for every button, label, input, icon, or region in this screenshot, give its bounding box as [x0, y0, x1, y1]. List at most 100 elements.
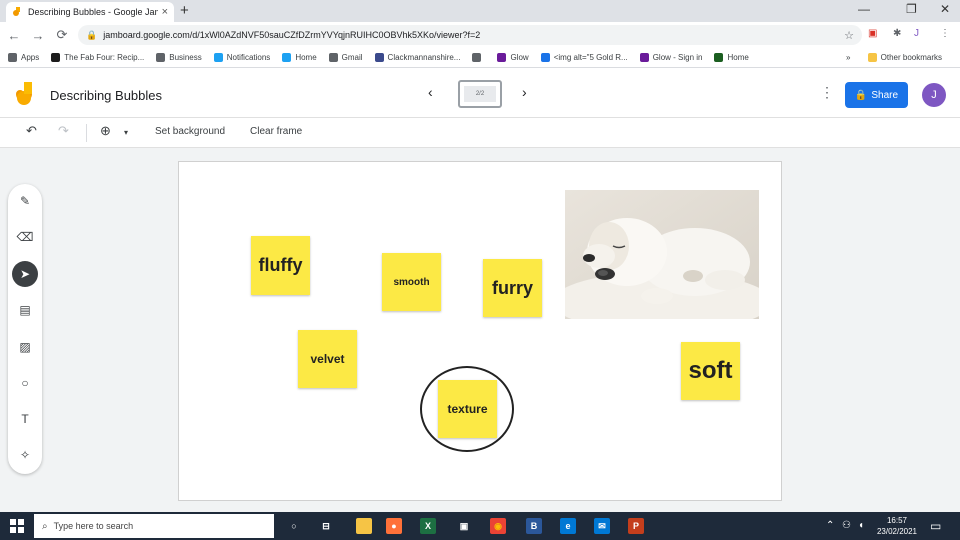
- taskbar-search-placeholder: Type here to search: [53, 521, 134, 531]
- tool-rail: ✎ ⌫ ➤ ▤ ▨ ○ T ✧: [8, 184, 42, 474]
- share-lock-icon: 🔒: [854, 89, 868, 101]
- next-frame-button[interactable]: ›: [522, 84, 527, 100]
- new-tab-button[interactable]: +: [180, 2, 189, 19]
- task-view-icon[interactable]: ○: [286, 518, 302, 534]
- text-box-tool-icon[interactable]: T: [12, 406, 38, 432]
- sleeping-puppy-image[interactable]: [565, 190, 759, 319]
- bookmark-label: Glow: [510, 53, 529, 62]
- bookmark-item[interactable]: Glow - Sign in: [639, 53, 702, 62]
- maximize-button[interactable]: ❐: [906, 2, 917, 16]
- sticky-note-fluffy[interactable]: fluffy: [251, 236, 310, 295]
- eraser-tool-icon[interactable]: ⌫: [12, 224, 38, 250]
- system-clock[interactable]: 16:57 23/02/2021: [872, 515, 922, 537]
- bookmark-item[interactable]: The Fab Four: Recip...: [51, 53, 144, 62]
- bookmark-label: Notifications: [226, 53, 271, 62]
- account-avatar[interactable]: J: [922, 83, 946, 107]
- select-tool-icon[interactable]: ➤: [12, 261, 38, 287]
- bookmark-favicon-icon: [639, 53, 649, 62]
- back-arrow-icon[interactable]: ←: [4, 28, 24, 43]
- other-bookmarks-folder[interactable]: Other bookmarks: [867, 53, 942, 62]
- set-background-button[interactable]: Set background: [155, 126, 225, 137]
- url-input[interactable]: 🔒 jamboard.google.com/d/1xWl0AZdNVF50sau…: [78, 25, 862, 45]
- frame-bar-button[interactable]: 2/2: [458, 80, 502, 108]
- redo-icon[interactable]: ↷: [58, 123, 69, 139]
- sticky-note-texture[interactable]: texture: [438, 380, 497, 438]
- bookmark-star-icon[interactable]: ☆: [844, 29, 854, 42]
- circle-tool-icon[interactable]: ○: [12, 370, 38, 396]
- undo-icon[interactable]: ↶: [26, 123, 37, 139]
- bookmark-item[interactable]: Apps: [8, 53, 39, 62]
- bookmark-favicon-icon: [282, 53, 292, 62]
- more-options-icon[interactable]: ⋮: [820, 84, 834, 101]
- tab-close-icon[interactable]: ×: [162, 6, 168, 18]
- bookmark-label: Home: [727, 53, 749, 62]
- show-hidden-icons-icon[interactable]: ⌃: [826, 520, 834, 531]
- clock-date: 23/02/2021: [876, 527, 918, 536]
- image-tool-icon[interactable]: ▨: [12, 334, 38, 360]
- store-icon[interactable]: ▣: [456, 518, 472, 534]
- b-app-icon[interactable]: B: [526, 518, 542, 534]
- bookmark-item[interactable]: <img alt="5 Gold R...: [540, 53, 628, 62]
- file-explorer-icon[interactable]: ▬: [356, 518, 372, 534]
- forward-arrow-icon[interactable]: →: [28, 28, 48, 43]
- pen-tool-icon[interactable]: ✎: [12, 188, 38, 214]
- search-icon: ⌕: [42, 520, 48, 532]
- mail-icon[interactable]: ✉: [594, 518, 610, 534]
- minimize-button[interactable]: —: [858, 2, 870, 16]
- sticky-note-furry[interactable]: furry: [483, 259, 542, 317]
- reload-icon[interactable]: ⟳: [52, 27, 72, 43]
- share-button[interactable]: 🔒 Share: [845, 82, 908, 108]
- bookmark-item[interactable]: Home: [282, 53, 317, 62]
- bookmark-label: Business: [169, 53, 202, 62]
- bookmark-favicon-icon: [8, 53, 17, 62]
- laser-tool-icon[interactable]: ✧: [12, 442, 38, 468]
- menu-kebab-icon[interactable]: ⋮: [940, 28, 950, 39]
- excel-icon[interactable]: X: [420, 518, 436, 534]
- windows-taskbar: ⌕ Type here to search 16:57 23/02/2021 ▭…: [0, 512, 960, 540]
- sticky-note-smooth[interactable]: smooth: [382, 253, 441, 311]
- bookmark-favicon-icon: [497, 53, 507, 62]
- bookmarks-overflow-button[interactable]: »: [846, 53, 850, 62]
- battery-icon[interactable]: ◖: [858, 520, 864, 531]
- bookmark-favicon-icon: [714, 53, 724, 62]
- sticky-note-tool-icon[interactable]: ▤: [12, 297, 38, 323]
- edge-icon[interactable]: e: [560, 518, 576, 534]
- chrome-icon[interactable]: ◉: [490, 518, 506, 534]
- clear-frame-button[interactable]: Clear frame: [250, 126, 302, 137]
- bookmark-item[interactable]: Clackmannanshire...: [374, 53, 461, 62]
- bookmark-item[interactable]: Gmail: [328, 53, 363, 62]
- jamboard-favicon-icon: [13, 7, 20, 16]
- zoom-caret-icon[interactable]: ▾: [124, 128, 128, 137]
- bookmark-favicon-icon: [213, 53, 223, 62]
- network-icon[interactable]: ⚇: [842, 520, 851, 531]
- puzzle-ext-icon[interactable]: ✱: [893, 28, 901, 39]
- shield-ext-icon[interactable]: ▣: [868, 28, 877, 39]
- bookmark-label: The Fab Four: Recip...: [64, 53, 145, 62]
- profile-avatar-icon[interactable]: J: [914, 28, 919, 39]
- firefox-icon[interactable]: ●: [386, 518, 402, 534]
- bookmark-favicon-icon: [51, 53, 61, 62]
- bookmark-item[interactable]: [472, 53, 485, 62]
- previous-frame-button[interactable]: ‹: [428, 84, 433, 100]
- sticky-note-velvet[interactable]: velvet: [298, 330, 357, 388]
- window-close-button[interactable]: ✕: [940, 2, 950, 16]
- jamboard-toolbar: ↶ ↷ ⊕ ▾ Set background Clear frame: [0, 118, 960, 148]
- jam-canvas[interactable]: fluffy smooth furry velvet texture soft: [178, 161, 782, 501]
- browser-tab[interactable]: Describing Bubbles - Google Jam ×: [6, 2, 174, 22]
- bookmark-item[interactable]: Home: [714, 53, 749, 62]
- bookmark-item[interactable]: Notifications: [213, 53, 271, 62]
- zoom-icon[interactable]: ⊕: [100, 123, 111, 139]
- bookmark-item[interactable]: Business: [156, 53, 202, 62]
- bookmark-item[interactable]: Glow: [497, 53, 529, 62]
- bookmark-label: Clackmannanshire...: [387, 53, 461, 62]
- taskbar-search-input[interactable]: ⌕ Type here to search: [34, 514, 274, 538]
- bookmark-favicon-icon: [540, 53, 550, 62]
- widgets-icon[interactable]: ⊟: [318, 518, 334, 534]
- bookmarks-bar: Apps The Fab Four: Recip... Business Notifi…: [0, 48, 960, 68]
- windows-start-icon[interactable]: [10, 519, 24, 533]
- lock-icon: 🔒: [86, 29, 98, 40]
- url-text: jamboard.google.com/d/1xWl0AZdNVF50sauCZ…: [103, 30, 481, 40]
- powerpoint-icon[interactable]: P: [628, 518, 644, 534]
- notifications-icon[interactable]: ▭: [930, 519, 941, 533]
- sticky-note-soft[interactable]: soft: [681, 342, 740, 400]
